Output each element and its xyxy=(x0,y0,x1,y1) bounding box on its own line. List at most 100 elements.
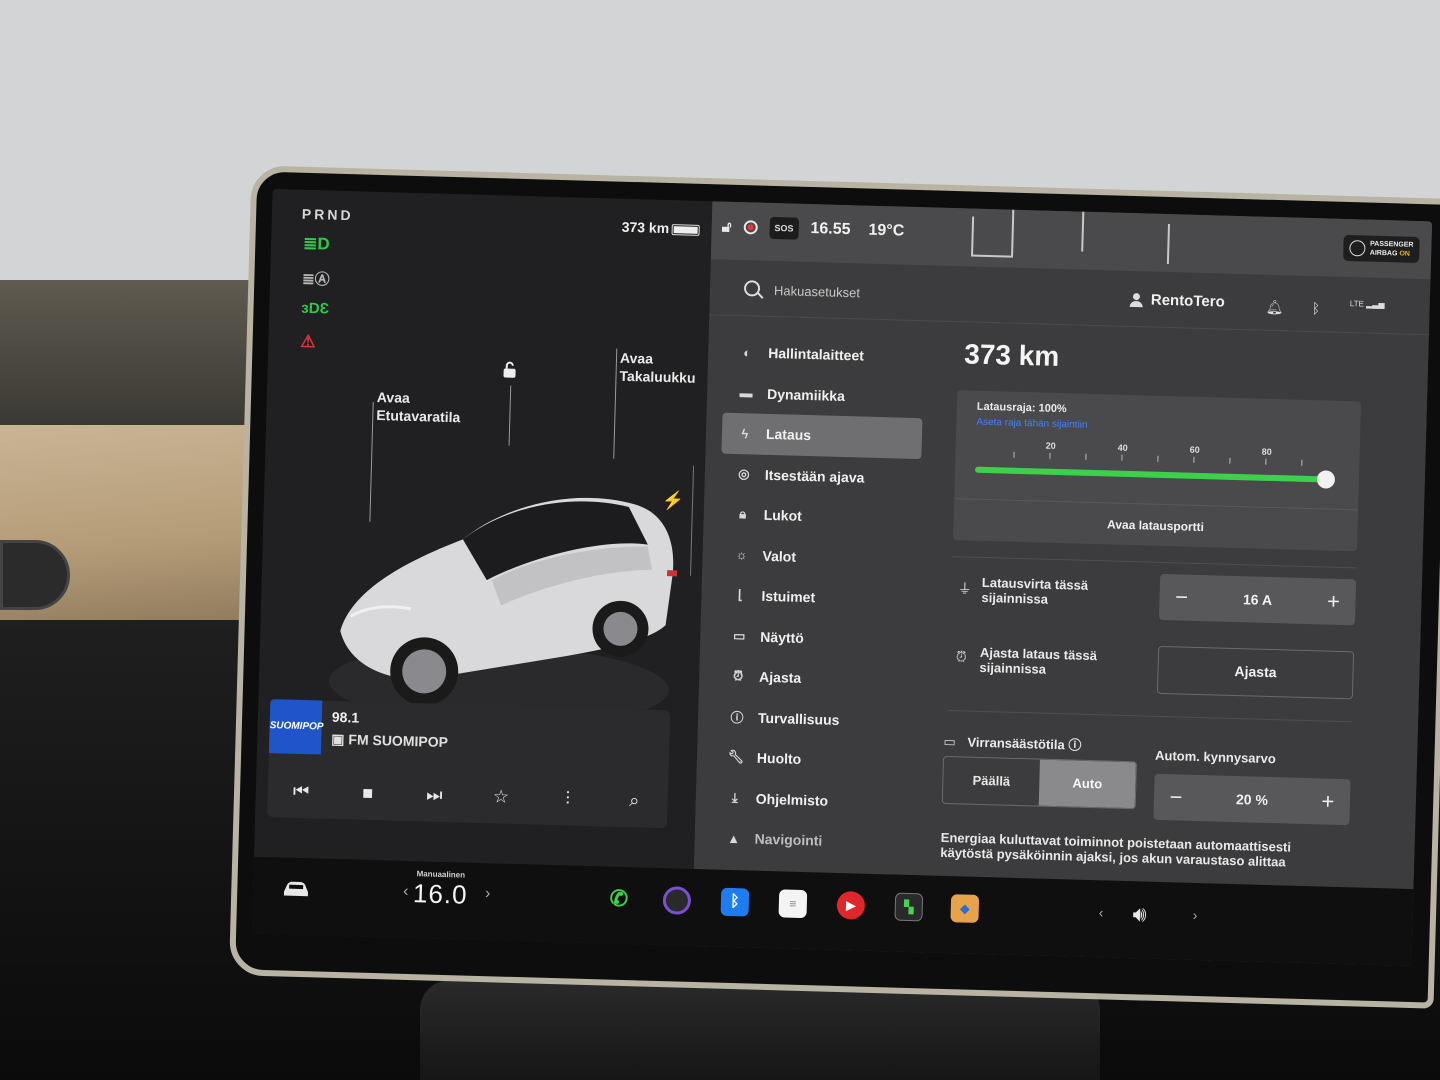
airbag-icon xyxy=(1348,240,1366,257)
bluetooth-icon[interactable]: ᛒ xyxy=(1311,300,1320,316)
gear-selector: PRND xyxy=(301,205,354,224)
divider xyxy=(948,710,1353,723)
menu-item-ajasta[interactable]: ⏰︎ Ajasta xyxy=(715,656,916,702)
slider-tick-label: 80 xyxy=(1261,446,1272,457)
unlock-icon[interactable] xyxy=(500,360,518,378)
power-saver-on-option[interactable]: Päällä xyxy=(943,757,1040,806)
slider-tick xyxy=(1121,454,1123,461)
power-saver-label: Virransäästötila ⓘ xyxy=(967,734,1082,753)
slider-tick-label: 40 xyxy=(1117,442,1128,453)
lock-icon: 🔒︎ xyxy=(739,506,747,522)
bolt-icon: ϟ xyxy=(741,425,749,442)
trunk-callout-line xyxy=(613,348,618,459)
plug-icon: ⏚ xyxy=(957,580,972,597)
charge-limit-handle[interactable] xyxy=(1316,470,1336,489)
warning-icon: ⓘ xyxy=(730,710,744,726)
trunk-callout[interactable]: Avaa Takaluukku xyxy=(619,349,696,387)
seat-icon: ⌊ xyxy=(737,587,744,603)
wrench-icon: 🔧︎ xyxy=(727,749,745,765)
charge-current-stepper: − 16 A + xyxy=(1158,573,1357,626)
station-logo: SUOMIPOP xyxy=(268,699,324,755)
auto-high-beam-icon: ≣Ⓐ xyxy=(301,270,330,289)
charge-limit-slider[interactable] xyxy=(974,466,1336,489)
slider-tick xyxy=(1193,456,1195,463)
equalizer-icon[interactable]: ⫶ xyxy=(550,781,585,816)
menu-item-ohjelmisto[interactable]: ⤓ Ohjelmisto xyxy=(711,777,912,823)
search-icon[interactable]: ⌕ xyxy=(617,783,652,818)
charge-limit-label: Latausraja: 100% xyxy=(976,400,1067,416)
parking-lights-icon: ɜDƐ xyxy=(301,299,330,318)
dashcam-record-icon[interactable] xyxy=(743,220,758,235)
frunk-callout[interactable]: Avaa Etutavaratila xyxy=(376,388,461,426)
menu-item-huolto[interactable]: 🔧︎ Huolto xyxy=(712,736,913,782)
bluetooth-icon[interactable]: ᛒ xyxy=(720,887,750,917)
settings-menu: ◐ Hallintalaitteet ▬ Dynamiikka ϟ Lataus ◎ I… xyxy=(710,332,925,864)
driver-profile-name: RentoTero xyxy=(1150,291,1225,311)
slider-tick-label: 20 xyxy=(1045,440,1056,451)
menu-item-navigointi[interactable]: ▲ Navigointi xyxy=(710,817,911,863)
sos-button[interactable]: SOS xyxy=(769,216,799,240)
volume-down-arrow[interactable]: ‹ xyxy=(1099,904,1104,920)
open-charge-port-button[interactable]: Avaa latausportti xyxy=(953,498,1359,552)
next-track-icon[interactable]: ⏭ xyxy=(417,777,452,812)
games-icon[interactable]: ◆ xyxy=(950,894,980,923)
menu-item-naytto[interactable]: ▭ Näyttö xyxy=(716,615,917,661)
settings-pane: 🔓︎ SOS 16.55 19°C PASSENGER AIRBAG ON Ha… xyxy=(691,201,1433,967)
phone-icon[interactable]: ✆ xyxy=(605,885,634,914)
seatbelt-warning-icon: ⚠ xyxy=(300,331,316,352)
decrease-threshold-button[interactable]: − xyxy=(1166,784,1187,811)
radio-station: ▣ FM SUOMIPOP xyxy=(331,730,449,751)
car-icon: ▬ xyxy=(739,385,753,401)
search-icon[interactable] xyxy=(743,280,761,297)
navigation-icon: ▲ xyxy=(727,830,741,847)
volume-up-arrow[interactable]: › xyxy=(1192,907,1197,923)
climate-control[interactable]: Manuaalinen 16.0 xyxy=(413,869,469,911)
notification-bell-icon[interactable]: 🔔︎ xyxy=(1265,299,1284,316)
map-road xyxy=(971,216,975,257)
decrease-current-button[interactable]: − xyxy=(1171,584,1192,611)
menu-item-istuimet[interactable]: ⌊ Istuimet xyxy=(717,575,918,621)
settings-header: Hakuasetukset RentoTero 🔔︎ ᛒ LTE ▂▃▅ xyxy=(709,267,1431,336)
previous-track-icon[interactable]: ⏮ xyxy=(284,774,319,809)
notepad-icon[interactable]: ≡ xyxy=(778,889,808,919)
toggle-icon: ◐ xyxy=(743,344,752,361)
menu-item-hallintalaitteet[interactable]: ◐ Hallintalaitteet xyxy=(724,332,925,378)
driver-profile[interactable]: RentoTero xyxy=(1130,291,1225,311)
menu-item-valot[interactable]: ☼ Valot xyxy=(718,534,919,580)
schedule-charge-button[interactable]: Ajasta xyxy=(1156,645,1355,700)
info-icon[interactable]: ⓘ xyxy=(1068,737,1081,752)
charge-limit-fill xyxy=(974,466,1327,483)
menu-item-turvallisuus[interactable]: ⓘ Turvallisuus xyxy=(714,696,915,742)
menu-item-lataus[interactable]: ϟ Lataus xyxy=(721,412,923,459)
charge-current-value: 16 A xyxy=(1242,591,1273,609)
volume-icon[interactable]: 🔊︎ xyxy=(1132,901,1147,927)
toybox-icon[interactable]: ▚ xyxy=(894,892,924,922)
favorite-star-icon[interactable]: ☆ xyxy=(484,779,519,814)
set-limit-location-link[interactable]: Aseta raja tähän sijaintiin xyxy=(976,417,1087,431)
map-road xyxy=(971,254,1012,258)
settings-search-input[interactable]: Hakuasetukset xyxy=(774,283,860,300)
battery-icon xyxy=(671,224,700,236)
menu-item-lukot[interactable]: 🔒︎ Lukot xyxy=(719,494,920,540)
menu-item-itsestaan-ajava[interactable]: ◎ Itsestään ajava xyxy=(720,453,921,499)
increase-threshold-button[interactable]: + xyxy=(1318,788,1339,815)
car-menu-icon[interactable] xyxy=(281,879,311,898)
increase-current-button[interactable]: + xyxy=(1323,588,1344,615)
status-icons: 🔓︎ SOS 16.55 19°C xyxy=(721,216,904,243)
unlocked-icon[interactable]: 🔓︎ xyxy=(722,218,732,235)
alarm-clock-icon: ⏰︎ xyxy=(955,648,967,665)
charging-settings: 373 km Latausraja: 100% Aseta raja tähän… xyxy=(940,338,1365,869)
lock-callout-line xyxy=(508,385,512,446)
power-saver-description: Energiaa kuluttavat toiminnot poistetaan… xyxy=(940,829,1292,870)
outside-temperature: 19°C xyxy=(868,221,905,240)
power-saver-auto-option[interactable]: Auto xyxy=(1038,759,1136,809)
temperature-down-arrow[interactable]: ‹ xyxy=(403,883,409,901)
music-icon[interactable]: ▶ xyxy=(836,890,866,920)
stop-icon[interactable]: ■ xyxy=(350,775,385,810)
alarm-icon: ⏰︎ xyxy=(732,668,744,684)
camera-icon[interactable] xyxy=(662,886,692,915)
low-beam-icon: ≣D xyxy=(302,233,330,254)
menu-item-dynamiikka[interactable]: ▬ Dynamiikka xyxy=(723,372,924,418)
temperature-up-arrow[interactable]: › xyxy=(485,885,491,903)
media-controls: ⏮ ■ ⏭ ☆ ⫶ ⌕ xyxy=(267,763,668,828)
